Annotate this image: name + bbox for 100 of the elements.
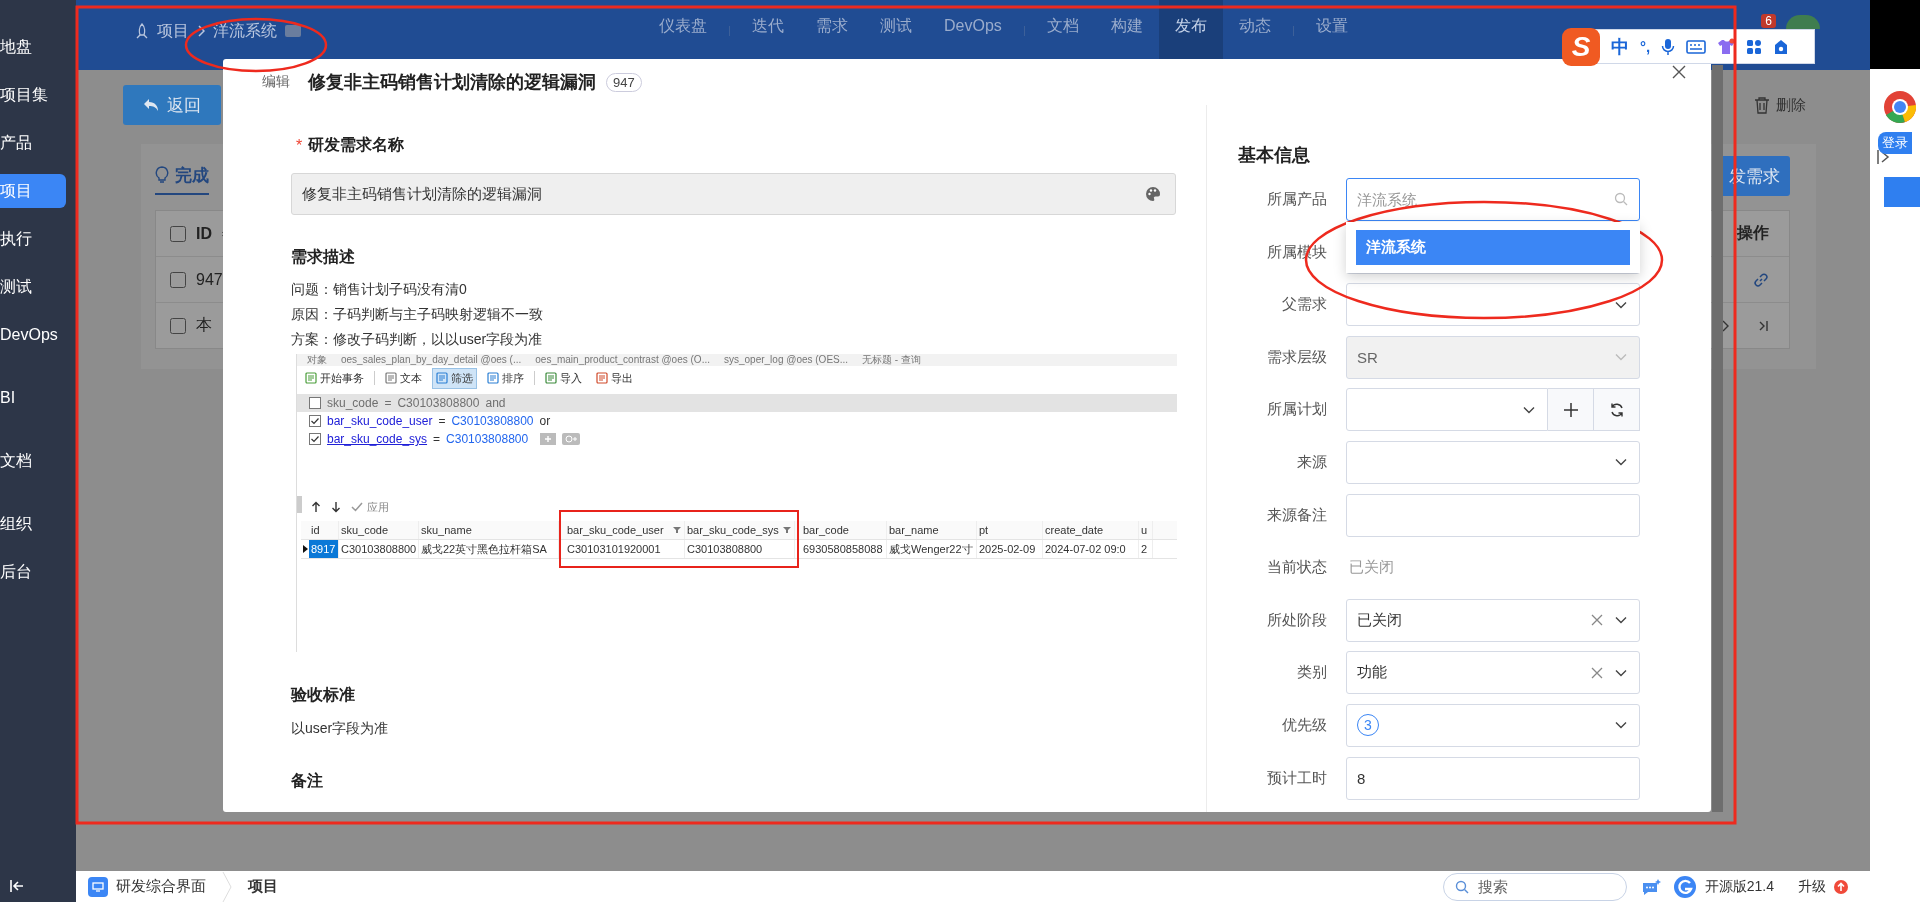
column-header[interactable]: create_date [1043,521,1139,539]
filter-value[interactable]: C30103808800 [446,432,529,446]
input-field[interactable]: 8 [1346,756,1640,800]
filter-operator[interactable]: = [384,396,392,410]
filter-join[interactable]: and [485,396,506,410]
breadcrumb-link[interactable]: 项目 [157,20,189,42]
nav-tab[interactable]: DevOps [928,0,1018,70]
sidebar-item[interactable]: 地盘 [0,30,66,64]
refresh-button[interactable] [1594,388,1640,432]
last-page-icon[interactable] [1759,319,1769,332]
delete-button[interactable]: 删除 [1754,95,1806,115]
punctuation-toggle[interactable]: °, [1640,38,1651,55]
toolbar-button[interactable]: 导入 [541,367,586,389]
sidebar-item[interactable]: 项目集 [0,78,66,112]
search-field[interactable]: 洋流系统 [1346,178,1640,221]
arrow-up-icon[interactable] [311,501,321,513]
chevron-down-icon[interactable] [1615,616,1627,625]
input-mode-toggle[interactable]: 中 [1611,34,1629,59]
filter-operator[interactable]: = [433,432,441,446]
select-field[interactable] [1346,283,1640,327]
apply-button[interactable]: 应用 [367,499,389,515]
checkbox[interactable] [309,415,321,427]
keyboard-icon[interactable] [1686,39,1707,54]
filter-field[interactable]: bar_sku_code_sys [327,432,428,446]
app-name[interactable]: 研发综合界面 [116,877,206,896]
clear-icon[interactable] [1591,614,1603,627]
column-header[interactable]: bar_sku_code_sys [685,521,795,539]
column-header[interactable]: sku_name [419,521,559,539]
filter-field[interactable]: sku_code [327,396,379,410]
upgrade-icon[interactable] [1834,879,1848,894]
toolbar-button[interactable]: 筛选 [432,367,477,389]
editor-tab[interactable]: oes_sales_plan_by_day_detail @oes (... [341,354,522,366]
sidebar-item[interactable]: 测试 [0,270,66,304]
column-header[interactable]: bar_sku_code_user [565,521,685,539]
column-header[interactable]: sku_code [339,521,419,539]
column-header[interactable]: ID [196,224,212,243]
column-header[interactable]: u [1139,521,1153,539]
select-field[interactable]: 3 [1346,703,1640,747]
collapse-icon[interactable] [10,880,24,892]
checkbox[interactable] [170,225,186,242]
sidebar-item[interactable]: 项目 [0,174,66,208]
toolbar-button[interactable]: 文本 [381,367,426,389]
nav-tab[interactable]: 仪表盘 [643,0,723,70]
select-field[interactable] [1346,440,1640,484]
checkbox[interactable] [309,433,321,445]
toolbar-button[interactable]: 导出 [592,367,637,389]
check-icon[interactable] [351,502,363,512]
nav-tab[interactable]: 设置 [1299,0,1364,70]
dropdown-option[interactable]: 洋流系统 [1356,230,1630,265]
input-field[interactable] [1346,493,1640,537]
select-field[interactable]: 功能 [1346,651,1640,695]
clear-icon[interactable] [1591,666,1603,679]
filter-join[interactable]: or [539,414,551,428]
sidebar-item[interactable]: 执行 [0,222,66,256]
microphone-icon[interactable] [1661,37,1676,56]
toolbar-button[interactable]: 排序 [483,367,528,389]
editor-tab[interactable]: sys_oper_log @oes (OES... [723,354,849,366]
sidebar-item[interactable]: DevOps [0,318,66,352]
editor-tab[interactable]: 对象 [307,354,327,366]
login-badge[interactable]: 登录 [1878,132,1912,154]
close-icon[interactable] [1672,65,1686,79]
chevron-down-icon[interactable] [1615,300,1627,309]
editor-tab[interactable]: oes_main_product_contrast @oes (O... [535,354,710,366]
search-icon[interactable] [1454,879,1469,894]
checkbox[interactable] [309,397,321,409]
sidebar-item[interactable]: 组织 [0,507,66,541]
shirt-icon[interactable] [1717,37,1736,56]
upgrade-link[interactable]: 升级 [1798,877,1826,896]
sidebar-item[interactable]: 产品 [0,126,66,160]
editor-tab[interactable]: 无标题 - 查询 [862,354,921,366]
arrow-down-icon[interactable] [331,501,341,513]
sidebar-item[interactable]: 文档 [0,444,66,478]
filter-operator[interactable]: = [438,414,446,428]
nav-tab[interactable]: 文档 [1030,0,1095,70]
column-header[interactable]: pt [977,521,1043,539]
add-button[interactable] [1548,388,1595,432]
chevron-down-icon[interactable] [1523,405,1536,414]
chevron-down-icon[interactable] [1615,458,1627,467]
expand-icon[interactable] [1876,149,1892,165]
monitor-icon[interactable] [88,876,108,897]
toolbar-button[interactable]: 开始事务 [301,367,368,389]
filter-field[interactable]: bar_sku_code_user [327,414,433,428]
breadcrumb-link[interactable]: 洋流系统 [213,20,277,42]
filter-value[interactable]: C30103808800 [397,396,480,410]
select-field[interactable] [1346,388,1549,432]
checkbox[interactable] [170,317,186,334]
title-input[interactable]: 修复非主码销售计划清除的逻辑漏洞 [291,173,1176,215]
column-header[interactable]: id [309,521,339,539]
column-header[interactable]: bar_name [887,521,977,539]
nav-tab[interactable]: 需求 [800,0,864,70]
resize-handle[interactable] [297,496,302,513]
link-icon[interactable] [1753,271,1769,288]
back-button[interactable]: 返回 [123,85,221,125]
nav-tab[interactable]: 迭代 [736,0,800,70]
select-field[interactable]: 已关闭 [1346,598,1640,642]
chevron-down-icon[interactable] [1615,668,1627,677]
scrollbar[interactable] [1712,65,1723,812]
checkbox[interactable] [170,271,186,288]
nav-tab[interactable]: 测试 [864,0,928,70]
nav-tab[interactable]: 构建 [1094,0,1159,70]
